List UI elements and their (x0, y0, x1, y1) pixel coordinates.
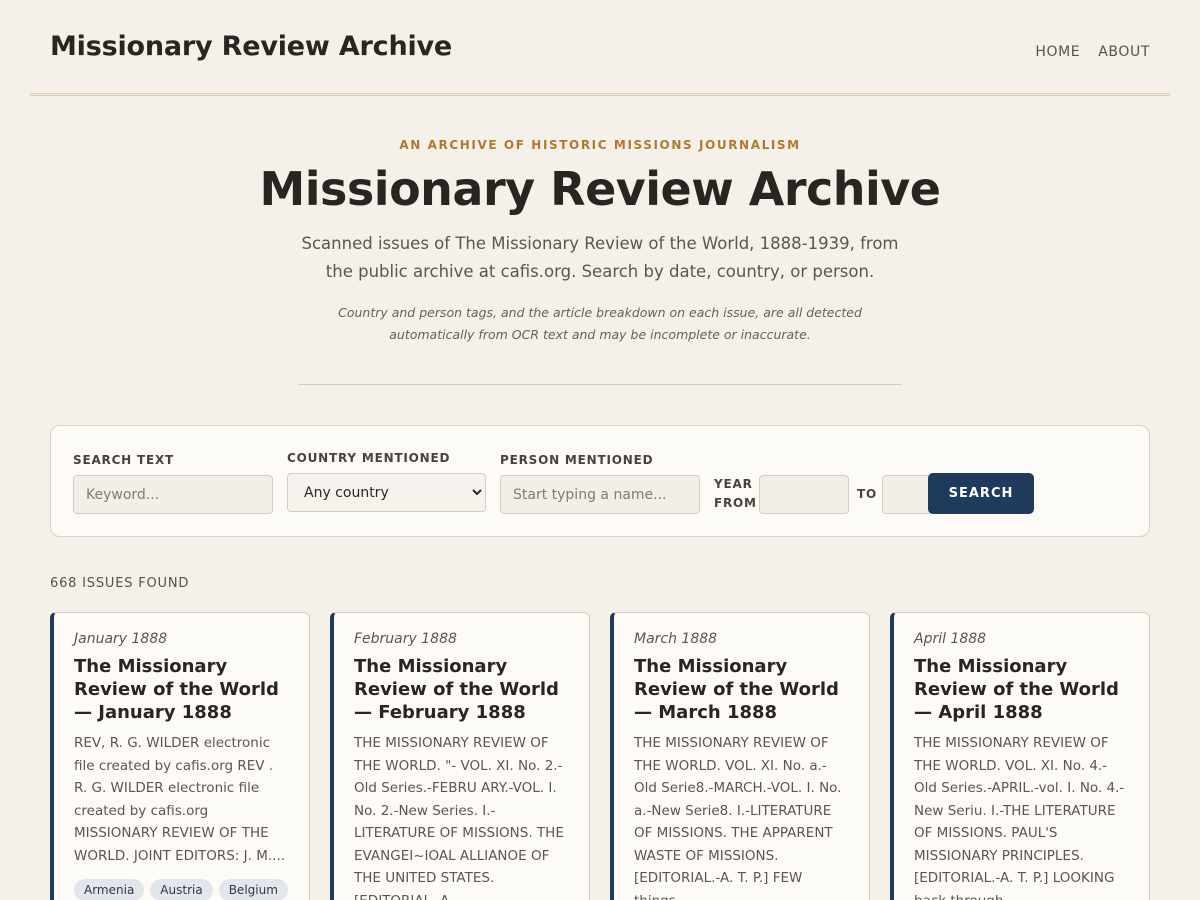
issue-title[interactable]: The Missionary Review of the World — Jan… (74, 655, 289, 724)
search-panel: SEARCH TEXT COUNTRY MENTIONED Any countr… (50, 425, 1150, 537)
issue-title[interactable]: The Missionary Review of the World — Mar… (634, 655, 849, 724)
hero-divider (299, 384, 901, 385)
issue-excerpt: THE MISSIONARY REVIEW OF THE WORLD. VOL.… (914, 735, 1125, 900)
issue-tags: Armenia Austria Belgium (74, 879, 289, 900)
nav-about-link[interactable]: ABOUT (1098, 44, 1150, 60)
year-to-label: TO (857, 487, 877, 501)
issue-date: April 1888 (914, 631, 987, 647)
main-nav: HOME ABOUT (1035, 44, 1150, 60)
country-tag[interactable]: Austria (150, 879, 213, 900)
issue-excerpt: THE MISSIONARY REVIEW OF THE WORLD. VOL.… (634, 735, 842, 900)
issue-excerpt: THE MISSIONARY REVIEW OF THE WORLD. "- V… (354, 735, 564, 900)
issue-title[interactable]: The Missionary Review of the World — Apr… (914, 655, 1129, 724)
year-to-input[interactable] (882, 475, 932, 514)
person-input[interactable] (500, 475, 700, 514)
search-text-label: SEARCH TEXT (73, 453, 175, 467)
issue-title[interactable]: The Missionary Review of the World — Feb… (354, 655, 569, 724)
person-label: PERSON MENTIONED (500, 453, 654, 467)
site-title[interactable]: Missionary Review Archive (50, 31, 452, 62)
issue-card[interactable]: February 1888 The Missionary Review of t… (330, 612, 590, 900)
hero-eyebrow: AN ARCHIVE OF HISTORIC MISSIONS JOURNALI… (399, 138, 801, 152)
hero-subtitle: Scanned issues of The Missionary Review … (301, 234, 899, 281)
search-text-input[interactable] (73, 475, 273, 514)
issue-date: February 1888 (354, 631, 457, 647)
hero-title: Missionary Review Archive (259, 162, 941, 216)
search-button[interactable]: SEARCH (928, 473, 1034, 514)
results-count: 668 ISSUES FOUND (50, 576, 190, 591)
issue-card[interactable]: January 1888 The Missionary Review of th… (50, 612, 310, 900)
country-select[interactable]: Any country (287, 473, 486, 512)
issue-excerpt: REV, R. G. WILDER electronic file create… (74, 735, 286, 864)
issue-card[interactable]: April 1888 The Missionary Review of the … (890, 612, 1150, 900)
issue-date: March 1888 (634, 631, 718, 647)
nav-home-link[interactable]: HOME (1035, 44, 1080, 60)
country-tag[interactable]: Armenia (74, 879, 145, 900)
issue-date: January 1888 (74, 631, 168, 647)
hero-section: AN ARCHIVE OF HISTORIC MISSIONS JOURNALI… (0, 138, 1200, 346)
hero-disclaimer: Country and person tags, and the article… (338, 305, 862, 342)
site-header: Missionary Review Archive HOME ABOUT (30, 0, 1170, 96)
country-tag[interactable]: Belgium (218, 879, 288, 900)
year-from-input[interactable] (759, 475, 849, 514)
year-from-label: YEAR FROM (714, 477, 757, 510)
country-label: COUNTRY MENTIONED (287, 451, 451, 465)
issue-card[interactable]: March 1888 The Missionary Review of the … (610, 612, 870, 900)
